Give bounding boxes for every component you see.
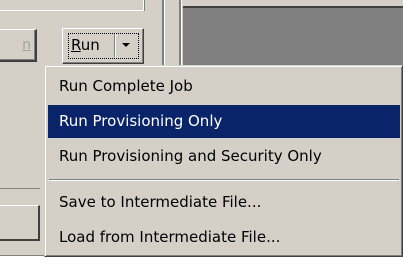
- run-button-label[interactable]: Run: [71, 34, 111, 56]
- menu-item-run-provisioning-only[interactable]: Run Provisioning Only: [48, 105, 400, 138]
- split-divider-highlight: [115, 34, 116, 57]
- left-pane-shadow: [144, 0, 145, 11]
- vertical-separator-highlight: [181, 0, 182, 70]
- menu-item-load-from-intermediate-file[interactable]: Load from Intermediate File...: [48, 221, 400, 254]
- gray-panel-shadow: [183, 6, 403, 8]
- chevron-down-icon[interactable]: [122, 43, 130, 47]
- menu-separator-highlight: [49, 180, 399, 181]
- screenshot-root: n Run Run Complete Job Run Provisioning …: [0, 0, 403, 263]
- partially-hidden-button-label: n: [22, 37, 31, 53]
- gray-panel: [183, 0, 403, 70]
- partially-hidden-control[interactable]: [0, 205, 40, 241]
- run-mnemonic: R: [71, 36, 81, 54]
- run-split-button[interactable]: Run: [62, 28, 144, 64]
- left-pane-highlight: [0, 10, 143, 11]
- run-dropdown-menu: Run Complete Job Run Provisioning Only R…: [44, 65, 403, 257]
- vertical-separator-highlight: [164, 0, 165, 70]
- menu-item-run-complete-job[interactable]: Run Complete Job: [48, 70, 400, 103]
- menu-item-run-provisioning-and-security-only[interactable]: Run Provisioning and Security Only: [48, 140, 400, 173]
- partially-hidden-button[interactable]: n: [0, 29, 37, 62]
- run-label-rest: un: [80, 36, 100, 54]
- left-divider: [0, 188, 40, 189]
- menu-item-save-to-intermediate-file[interactable]: Save to Intermediate File...: [48, 186, 400, 219]
